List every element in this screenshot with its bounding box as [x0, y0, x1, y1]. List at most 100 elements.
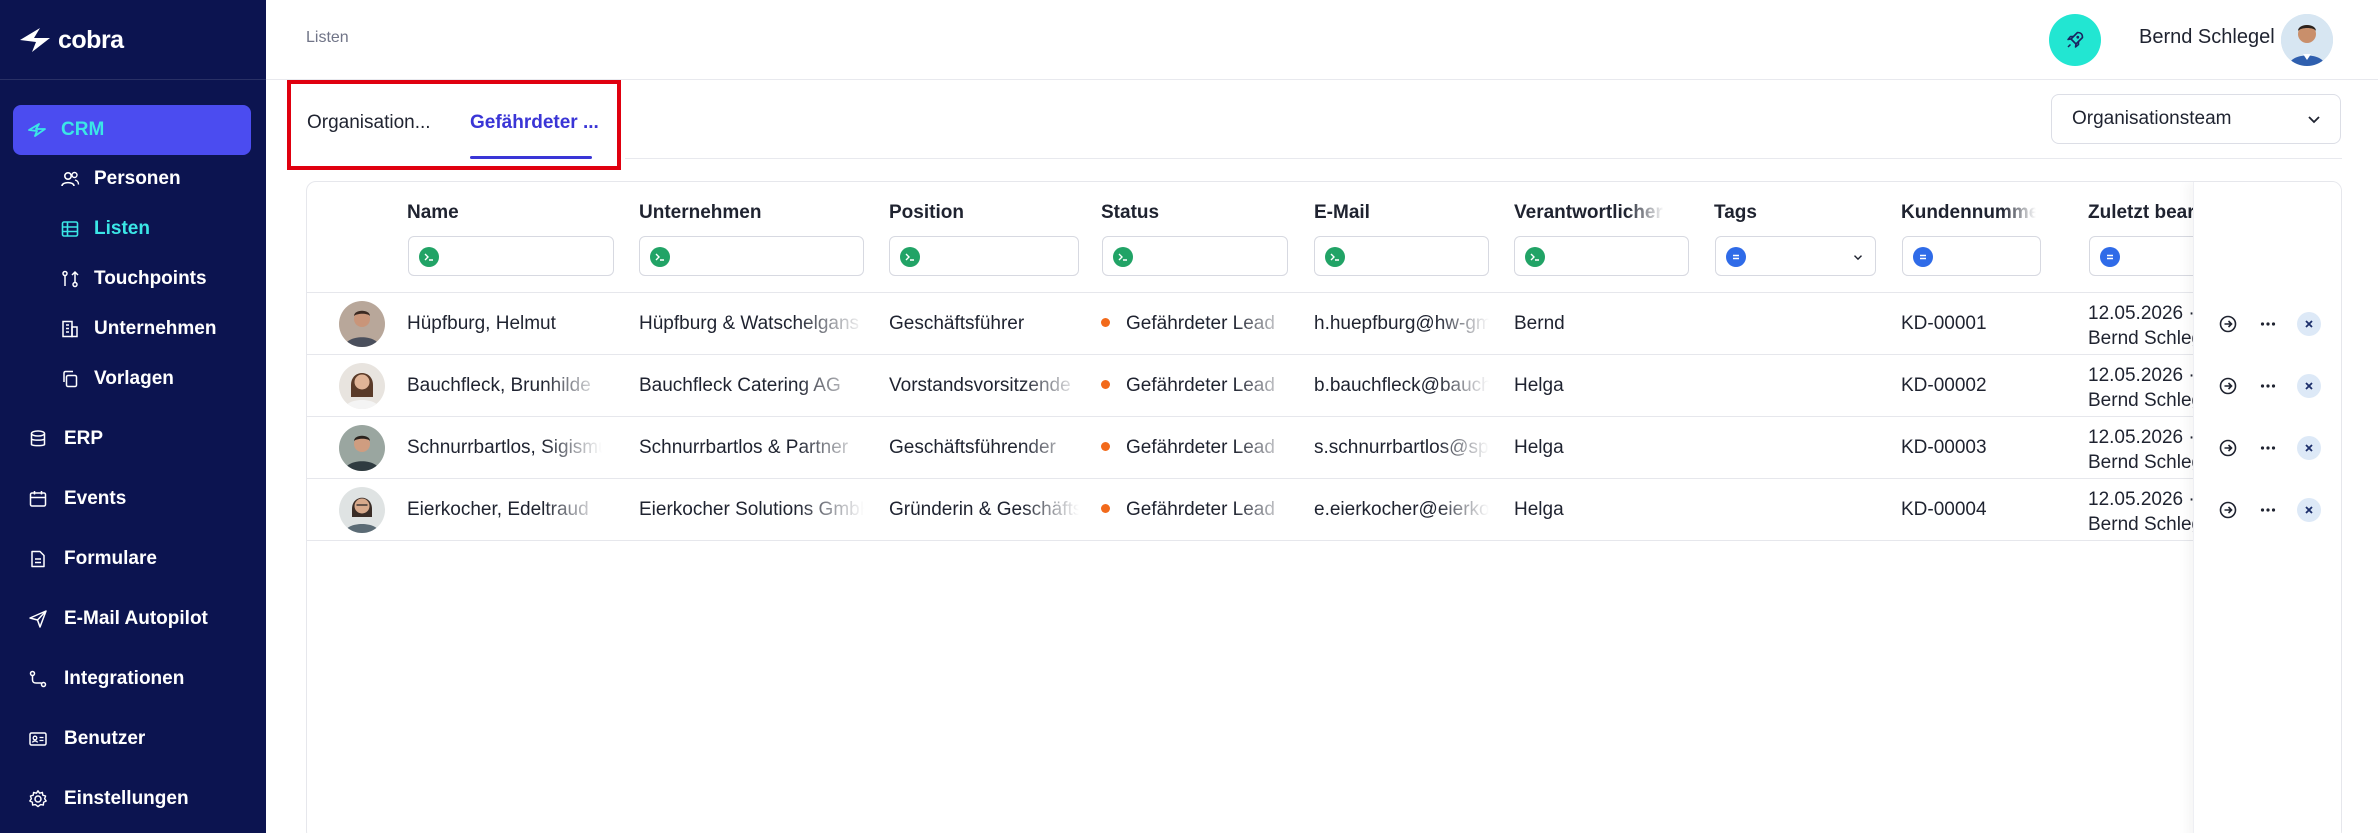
- contact-avatar: [339, 425, 385, 471]
- sidebar-item-label: Einstellungen: [64, 788, 189, 809]
- column-header-tags[interactable]: Tags: [1714, 202, 1874, 224]
- column-header-status[interactable]: Status: [1101, 202, 1291, 224]
- status-dot: [1101, 442, 1110, 451]
- sidebar-item-events[interactable]: Events: [28, 483, 126, 515]
- team-select-value: Organisationsteam: [2072, 108, 2232, 129]
- column-header-customer-no[interactable]: Kundennummer: [1901, 202, 2036, 224]
- filter-email[interactable]: [1314, 236, 1489, 276]
- filter-name[interactable]: [408, 236, 614, 276]
- calendar-icon: [28, 489, 48, 509]
- breadcrumb[interactable]: Listen: [306, 29, 349, 47]
- sidebar-item-label: CRM: [61, 119, 105, 140]
- team-select[interactable]: Organisationsteam: [2051, 94, 2341, 144]
- cell-customer-no: KD-00002: [1901, 375, 1987, 396]
- cell-email[interactable]: s.schnurrbartlos@sp.de: [1314, 437, 1489, 459]
- column-header-email[interactable]: E-Mail: [1314, 202, 1484, 224]
- open-row-button[interactable]: [2216, 312, 2240, 336]
- remove-row-button[interactable]: [2297, 374, 2321, 398]
- column-header-name[interactable]: Name: [407, 202, 607, 224]
- cell-email[interactable]: h.huepfburg@hw-gmbh.de: [1314, 313, 1489, 335]
- sidebar-item-crm[interactable]: CRM: [13, 105, 251, 155]
- more-options-button[interactable]: [2256, 436, 2280, 460]
- filter-owner[interactable]: [1514, 236, 1689, 276]
- cell-company: Schnurrbartlos & Partner: [639, 437, 849, 458]
- column-header-last-edited[interactable]: Zuletzt bearbeitet: [2088, 202, 2193, 224]
- chevron-down-icon: [1851, 250, 1865, 264]
- cell-name[interactable]: Schnurrbartlos, Sigismund: [407, 437, 602, 459]
- sidebar: cobra CRM Personen Listen Touchpoints Un…: [0, 0, 266, 833]
- edited-date: 12.05.2026 · 09:15: [2088, 365, 2193, 386]
- filter-customer-no[interactable]: [1902, 236, 2041, 276]
- status-dot: [1101, 504, 1110, 513]
- user-name[interactable]: Bernd Schlegel: [2139, 26, 2275, 49]
- column-header-position[interactable]: Position: [889, 202, 1079, 224]
- table-row[interactable]: Hüpfburg, Helmut Hüpfburg & Watschelgans…: [307, 293, 2341, 355]
- more-options-button[interactable]: [2256, 374, 2280, 398]
- sidebar-item-label: Vorlagen: [94, 368, 174, 389]
- cell-name[interactable]: Hüpfburg, Helmut: [407, 313, 607, 335]
- filter-company[interactable]: [639, 236, 864, 276]
- cell-name[interactable]: Bauchfleck, Brunhilde: [407, 375, 602, 397]
- cell-position: Vorstandsvorsitzende: [889, 375, 1071, 396]
- status-dot: [1101, 380, 1110, 389]
- sidebar-item-erp[interactable]: ERP: [28, 423, 103, 455]
- cell-email[interactable]: e.eierkocher@eierkocher.de: [1314, 499, 1489, 521]
- filter-position[interactable]: [889, 236, 1079, 276]
- tab-gefaehrdeter[interactable]: Gefährdeter ...: [470, 112, 599, 134]
- sidebar-item-integrationen[interactable]: Integrationen: [28, 663, 184, 695]
- status-text: Gefährdeter Lead: [1126, 499, 1275, 520]
- more-options-button[interactable]: [2256, 498, 2280, 522]
- sidebar-item-touchpoints[interactable]: Touchpoints: [60, 264, 207, 294]
- remove-row-button[interactable]: [2297, 498, 2321, 522]
- sidebar-item-listen[interactable]: Listen: [60, 214, 150, 244]
- copy-icon: [60, 369, 80, 389]
- more-options-button[interactable]: [2256, 312, 2280, 336]
- users-icon: [60, 169, 80, 189]
- more-dots-icon: [2258, 314, 2278, 334]
- table-row[interactable]: Bauchfleck, Brunhilde Bauchfleck Caterin…: [307, 355, 2341, 417]
- cell-last-edited: 12.05.2026 · 09:15 Bernd Schlegel: [2088, 363, 2193, 413]
- close-icon: [2303, 318, 2315, 330]
- close-icon: [2303, 504, 2315, 516]
- sidebar-item-personen[interactable]: Personen: [60, 164, 181, 194]
- sidebar-item-formulare[interactable]: Formulare: [28, 543, 157, 575]
- gear-icon: [28, 789, 48, 809]
- sidebar-item-email-autopilot[interactable]: E-Mail Autopilot: [28, 603, 208, 635]
- filter-status[interactable]: [1102, 236, 1288, 276]
- cell-email[interactable]: b.bauchfleck@bauchfleck.de: [1314, 375, 1489, 397]
- table-row[interactable]: Eierkocher, Edeltraud Eierkocher Solutio…: [307, 479, 2341, 541]
- cell-name[interactable]: Eierkocher, Edeltraud: [407, 499, 602, 521]
- sidebar-item-benutzer[interactable]: Benutzer: [28, 723, 145, 755]
- open-row-button[interactable]: [2216, 374, 2240, 398]
- sidebar-item-unternehmen[interactable]: Unternehmen: [60, 314, 216, 344]
- open-row-button[interactable]: [2216, 436, 2240, 460]
- remove-row-button[interactable]: [2297, 312, 2321, 336]
- contains-filter-icon: [1325, 247, 1345, 267]
- user-avatar[interactable]: [2281, 14, 2333, 66]
- cell-status: Gefährdeter Lead: [1101, 313, 1291, 335]
- filter-tags[interactable]: [1715, 236, 1876, 276]
- sidebar-item-label: Integrationen: [64, 668, 185, 689]
- open-row-button[interactable]: [2216, 498, 2240, 522]
- cell-position: Geschäftsführender: [889, 437, 1056, 458]
- edited-by: Bernd Schlegel: [2088, 452, 2193, 473]
- table-row[interactable]: Schnurrbartlos, Sigismund Schnurrbartlos…: [307, 417, 2341, 479]
- top-bar: Listen Bernd Schlegel: [266, 0, 2378, 80]
- cell-last-edited: 12.05.2026 · 09:15 Bernd Schlegel: [2088, 301, 2193, 351]
- contains-filter-icon: [1113, 247, 1133, 267]
- close-icon: [2303, 380, 2315, 392]
- app-logo[interactable]: cobra: [18, 24, 124, 56]
- remove-row-button[interactable]: [2297, 436, 2321, 460]
- sidebar-item-einstellungen[interactable]: Einstellungen: [28, 783, 189, 815]
- column-header-company[interactable]: Unternehmen: [639, 202, 859, 224]
- sidebar-item-label: E-Mail Autopilot: [64, 608, 208, 629]
- crm-icon: [27, 120, 47, 140]
- sidebar-item-vorlagen[interactable]: Vorlagen: [60, 364, 174, 394]
- logo-text: cobra: [58, 25, 124, 54]
- column-header-owner[interactable]: Verantwortlicher: [1514, 202, 1664, 224]
- contains-filter-icon: [650, 247, 670, 267]
- building-icon: [60, 319, 80, 339]
- tab-organisation[interactable]: Organisation...: [307, 112, 431, 134]
- rocket-button[interactable]: [2049, 14, 2101, 66]
- cell-company: Hüpfburg & Watschelgans: [639, 313, 860, 334]
